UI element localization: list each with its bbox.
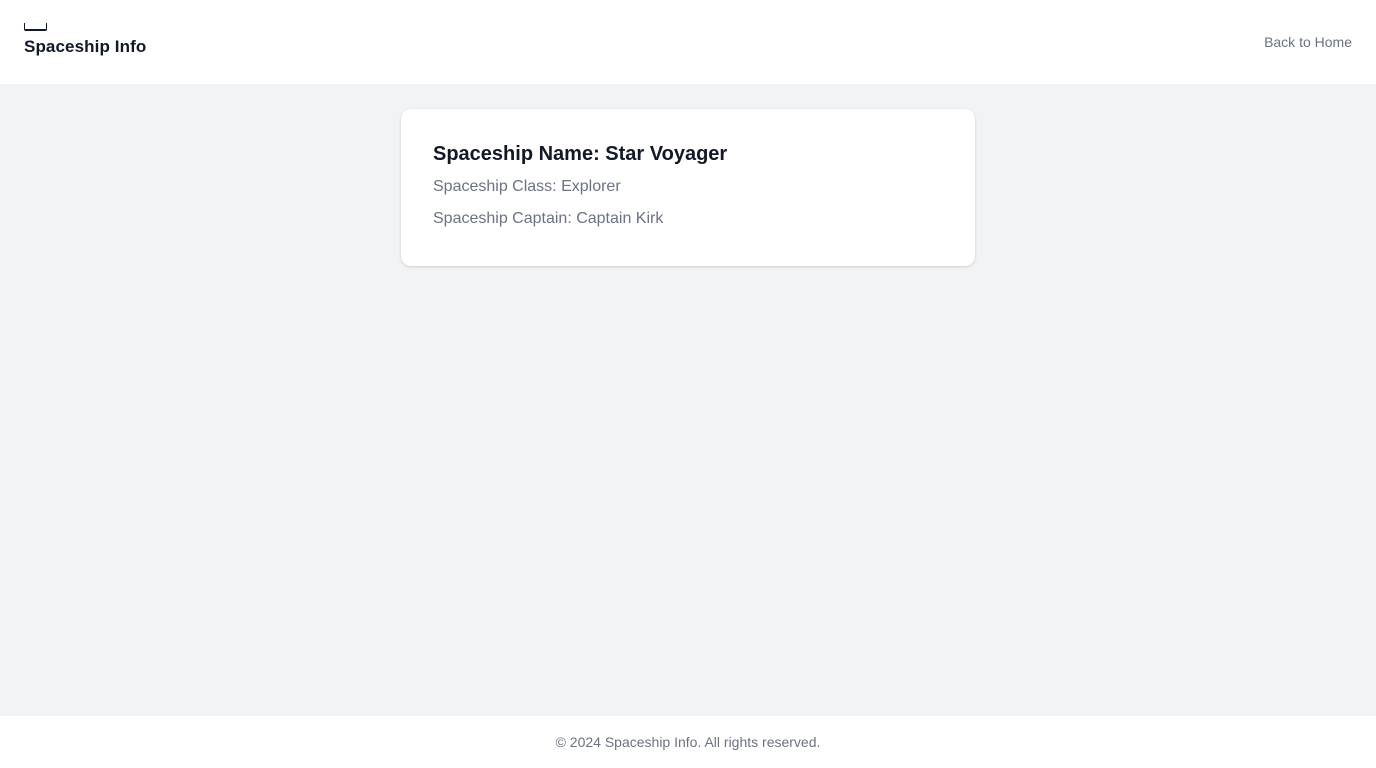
spaceship-captain: Spaceship Captain: Captain Kirk <box>433 210 664 227</box>
spaceship-class: Spaceship Class: Explorer <box>433 178 621 195</box>
spaceship-card: Spaceship Name: Star Voyager Spaceship C… <box>401 109 975 266</box>
site-title: Spaceship Info <box>24 37 147 56</box>
copyright-text: © 2024 Spaceship Info. All rights reserv… <box>555 734 821 750</box>
brand[interactable]: Spaceship Info <box>24 23 147 57</box>
site-footer: © 2024 Spaceship Info. All rights reserv… <box>0 716 1376 768</box>
spaceship-name: Spaceship Name: Star Voyager <box>433 143 728 165</box>
site-header: Spaceship Info Back to Home <box>0 0 1376 84</box>
back-to-home-link[interactable]: Back to Home <box>1264 33 1352 51</box>
spaceship-logo-icon <box>24 23 47 31</box>
